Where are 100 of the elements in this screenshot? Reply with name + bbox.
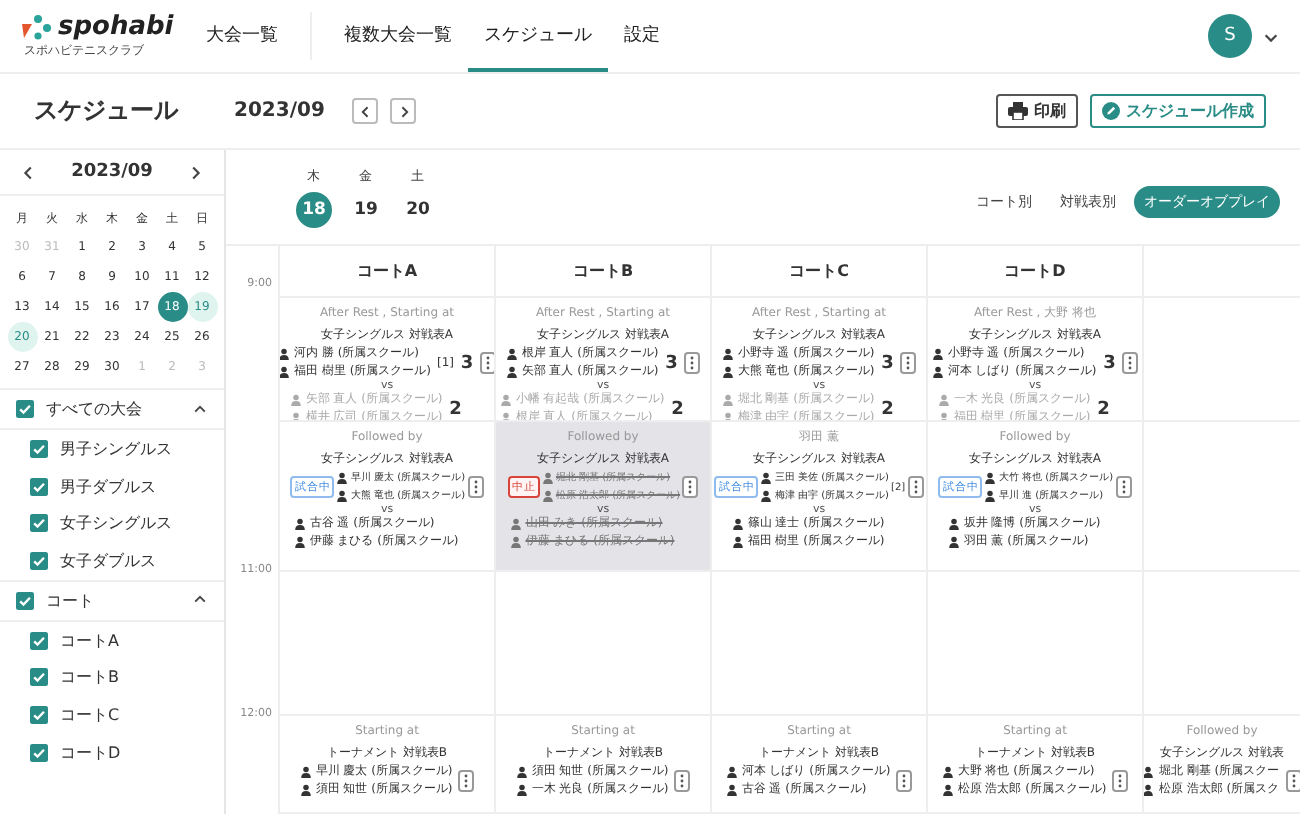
score: 2	[880, 399, 895, 419]
more-menu-icon[interactable]	[458, 770, 475, 792]
chevron-left-icon[interactable]	[357, 103, 374, 119]
person-icon	[299, 783, 312, 796]
person-icon	[1144, 766, 1155, 779]
more-menu-icon[interactable]	[1112, 770, 1129, 792]
person-icon	[336, 489, 349, 502]
person-icon	[293, 535, 306, 548]
filter-group-label: コート	[46, 589, 94, 612]
date-tab[interactable]: 20	[400, 191, 436, 227]
person-icon	[515, 766, 528, 779]
filter-label: コートA	[60, 629, 119, 652]
date-tab[interactable]: 19	[348, 191, 384, 227]
more-menu-icon[interactable]	[682, 476, 699, 498]
score: 2	[448, 399, 463, 419]
person-icon	[280, 365, 290, 378]
checkbox[interactable]	[30, 439, 48, 458]
logo-text: spohabi	[58, 12, 174, 42]
checkbox[interactable]	[30, 631, 48, 650]
person-icon	[721, 394, 734, 407]
person-icon	[499, 394, 512, 407]
more-menu-icon[interactable]	[467, 476, 484, 498]
person-icon	[725, 783, 738, 796]
person-icon	[541, 472, 554, 485]
logo-icon	[20, 14, 52, 40]
filter-label: コートB	[60, 666, 119, 689]
person-icon	[760, 472, 773, 485]
checkbox[interactable]	[30, 551, 48, 570]
create-schedule-button[interactable]: スケジュール作成	[1090, 94, 1266, 128]
score: 3	[880, 353, 895, 373]
filter-label: コートC	[60, 703, 120, 726]
person-icon	[505, 365, 518, 378]
person-icon	[721, 411, 734, 420]
person-icon	[293, 518, 306, 531]
person-icon	[509, 535, 522, 548]
more-menu-icon[interactable]	[1285, 770, 1300, 792]
filter-label: 男子シングルス	[60, 437, 172, 460]
score: 2	[1096, 399, 1111, 419]
filter-label: 女子シングルス	[60, 512, 172, 535]
nav-tab[interactable]: 複数大会一覧	[327, 0, 468, 72]
person-icon	[731, 518, 744, 531]
checkbox[interactable]	[30, 743, 48, 762]
score: 2	[670, 399, 685, 419]
user-avatar[interactable]: S	[1208, 14, 1252, 58]
collapse-caret-icon[interactable]	[192, 401, 208, 417]
month-label: 2023/09	[234, 100, 325, 122]
court-header: コートD	[928, 246, 1144, 298]
person-icon	[941, 766, 954, 779]
previous-month-button[interactable]	[352, 98, 379, 124]
calendar-month: 2023/09	[71, 162, 153, 182]
nav-tab[interactable]: 大会一覧	[189, 0, 294, 72]
person-icon	[721, 365, 734, 378]
person-icon	[984, 472, 997, 485]
person-icon	[280, 348, 290, 361]
checkbox[interactable]	[16, 591, 34, 610]
checkbox[interactable]	[16, 400, 34, 418]
person-icon	[937, 411, 950, 420]
checkbox[interactable]	[30, 514, 48, 533]
more-menu-icon[interactable]	[907, 476, 924, 498]
person-icon	[931, 365, 944, 378]
person-icon	[947, 535, 960, 548]
person-icon	[299, 766, 312, 779]
person-icon	[505, 348, 518, 361]
person-icon	[931, 348, 944, 361]
checkbox[interactable]	[30, 705, 48, 724]
more-menu-icon[interactable]	[684, 352, 701, 374]
person-icon	[541, 489, 554, 502]
person-icon	[289, 394, 302, 407]
filter-label: コートD	[60, 741, 121, 764]
person-icon	[725, 766, 738, 779]
print-button[interactable]: 印刷	[996, 94, 1078, 128]
person-icon	[984, 489, 997, 502]
person-icon	[941, 783, 954, 796]
score: 3	[460, 353, 474, 373]
filter-label: 男子ダブルス	[60, 475, 156, 498]
person-icon	[760, 489, 773, 502]
person-icon	[289, 411, 302, 420]
date-tab[interactable]: 18	[296, 191, 332, 227]
pencil-icon	[1102, 102, 1120, 120]
person-icon	[509, 518, 522, 531]
nav-tab[interactable]: 設定	[607, 0, 676, 72]
person-icon	[721, 348, 734, 361]
more-menu-icon[interactable]	[896, 770, 913, 792]
more-menu-icon[interactable]	[900, 352, 917, 374]
more-menu-icon[interactable]	[1115, 476, 1132, 498]
person-icon	[515, 783, 528, 796]
more-menu-icon[interactable]	[674, 770, 691, 792]
more-menu-icon[interactable]	[1122, 352, 1139, 374]
checkbox[interactable]	[30, 477, 48, 496]
printer-icon	[1008, 102, 1028, 120]
person-icon	[336, 472, 349, 485]
checkbox[interactable]	[30, 668, 48, 687]
nav-tab[interactable]: スケジュール	[467, 0, 608, 72]
more-menu-icon[interactable]	[480, 352, 494, 374]
court-header: コートB	[496, 246, 712, 298]
court-header: コートA	[280, 246, 496, 298]
next-month-button[interactable]	[390, 98, 417, 124]
court-header: コートC	[712, 246, 928, 298]
person-icon	[947, 518, 960, 531]
score: 3	[664, 353, 679, 373]
